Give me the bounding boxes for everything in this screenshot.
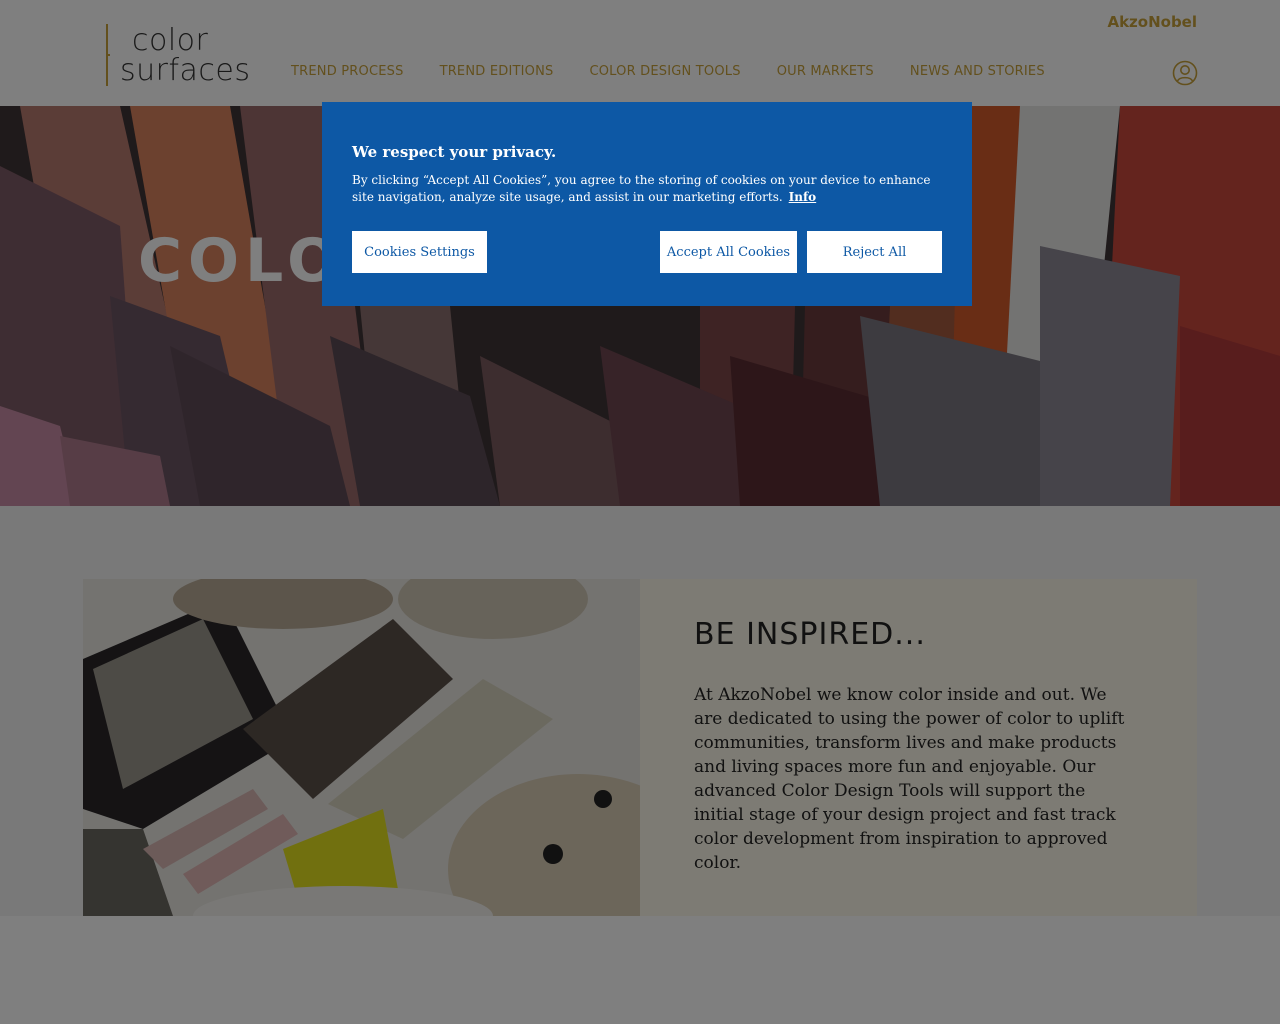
cookies-settings-button[interactable]: Cookies Settings <box>352 231 487 273</box>
cookie-consent-dialog: We respect your privacy. By clicking “Ac… <box>322 102 972 306</box>
cookie-text: By clicking “Accept All Cookies”, you ag… <box>352 173 931 204</box>
accept-all-cookies-button[interactable]: Accept All Cookies <box>660 231 797 273</box>
cookie-info-link[interactable]: Info <box>789 190 817 204</box>
cookie-title: We respect your privacy. <box>352 143 557 161</box>
reject-all-button[interactable]: Reject All <box>807 231 942 273</box>
cookie-text-block: By clicking “Accept All Cookies”, you ag… <box>352 172 942 206</box>
